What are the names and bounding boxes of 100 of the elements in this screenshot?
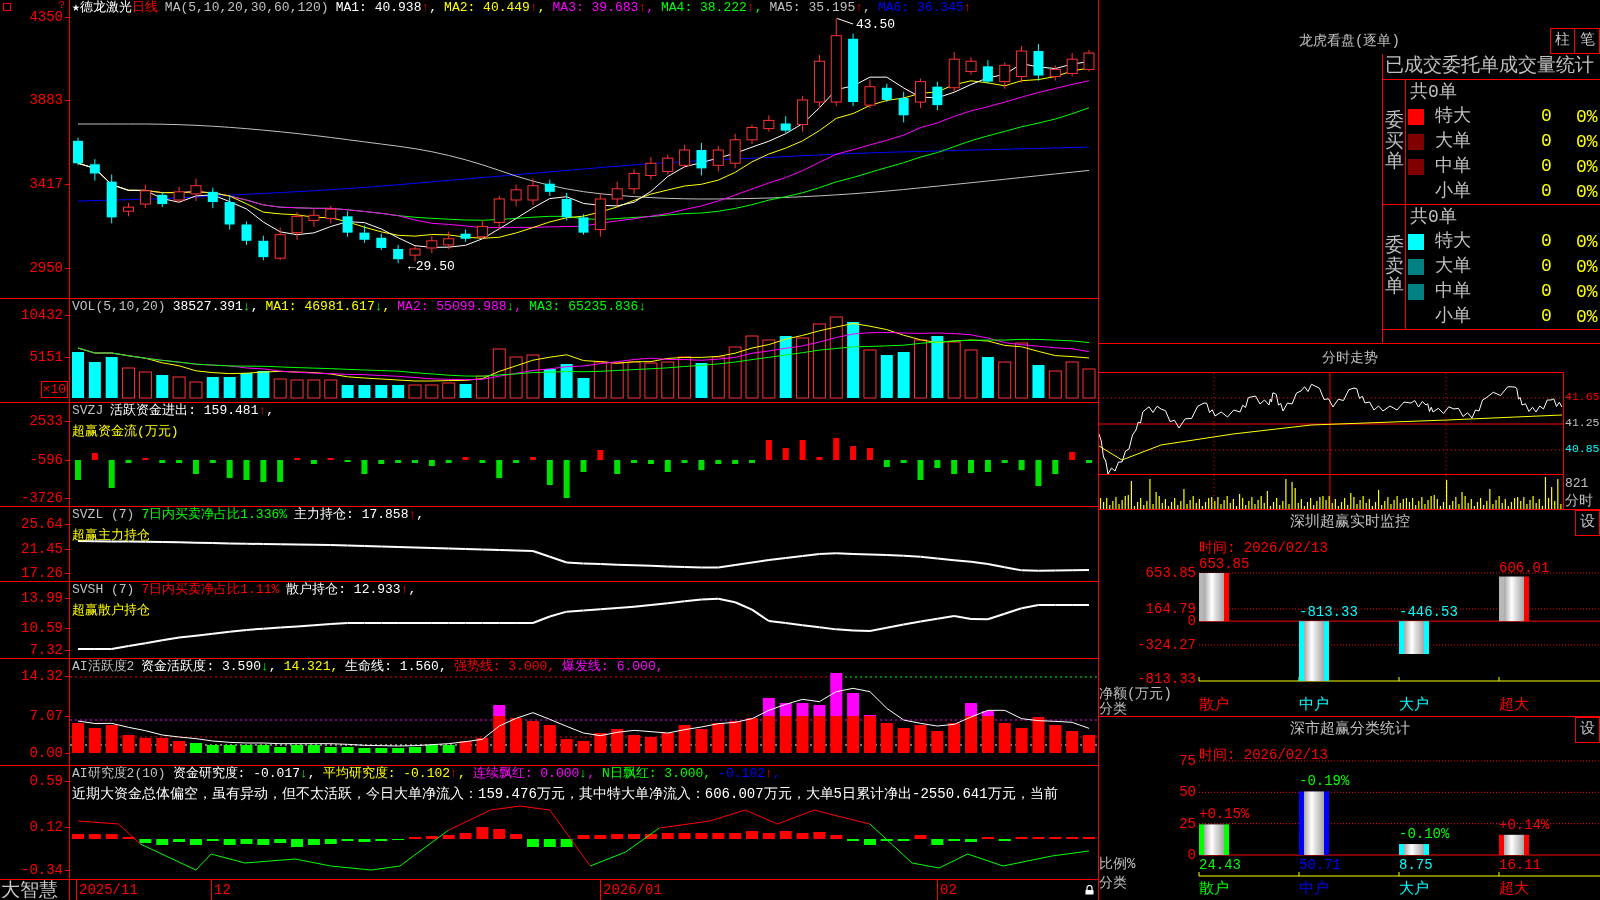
lock-icon[interactable] xyxy=(1085,885,1094,895)
axis-label: 0.12 xyxy=(29,820,63,834)
order-size-label: 中单 xyxy=(1435,155,1471,176)
indicator-reading: MA3: 39.683↑, xyxy=(552,0,654,16)
axis-label: -0.34 xyxy=(21,863,63,877)
price-scale-label: 41.65 xyxy=(1565,391,1600,403)
panel-title: 深市超赢分类统计 xyxy=(1289,721,1410,739)
y-axis-title: 净额(万元) xyxy=(1099,687,1172,702)
order-size-label: 特大 xyxy=(1435,231,1471,252)
timestamp: 时间: 2026/02/13 xyxy=(1199,540,1328,556)
axis-label: 0.00 xyxy=(29,746,63,760)
indicator-reading: MA4: 38.222↑, xyxy=(661,0,763,16)
order-count: 0 xyxy=(1541,180,1552,201)
value-label: 50.71 xyxy=(1299,858,1341,872)
indicator-name: MA(5,10,20,30,60,120) xyxy=(164,0,329,16)
brand-name: 大智慧 xyxy=(0,880,58,900)
indicator-name: AI活跃度2 xyxy=(72,659,135,675)
indicator-reading: 平均研究度: -0.102↑, xyxy=(322,766,466,782)
table-title: 已成交委托单成交量统计 xyxy=(1385,55,1594,77)
category-label: 超大 xyxy=(1499,698,1529,714)
indicator-reading: -0.102↑, xyxy=(718,766,781,782)
indicator-caption: 超赢主力持仓 xyxy=(72,528,150,543)
indicator-reading: MA6: 36.345↑ xyxy=(877,0,972,16)
help-mark[interactable]: ? xyxy=(58,0,65,10)
indicator-reading: 资金活跃度: 3.590↓, xyxy=(141,659,277,675)
order-count: 0 xyxy=(1541,155,1552,176)
order-count: 0 xyxy=(1541,131,1552,152)
indicator-name: AI研究度2(10) xyxy=(72,766,166,782)
indicator-reading: MA1: 40.938↑, xyxy=(335,0,438,16)
axis-label: 17.26 xyxy=(21,566,63,580)
indicator-name: SVSH (7) xyxy=(72,582,135,598)
category-label: 超大 xyxy=(1499,882,1529,898)
order-count: 0 xyxy=(1541,106,1552,127)
change-label: +0.14% xyxy=(1499,817,1550,832)
indicator-reading: 主力持仓: 17.858↑, xyxy=(294,507,425,523)
indicator-reading: 强势线: 3.000, xyxy=(453,659,556,675)
order-share: 0% xyxy=(1576,180,1598,203)
category-label: 散户 xyxy=(1199,882,1229,898)
indicator-reading: MA3: 65235.836↓ xyxy=(529,299,647,315)
indicator-reading: 连续飘红: 0.000↓, xyxy=(472,766,595,782)
indicator-reading: 14.321, xyxy=(283,659,339,675)
order-share: 0% xyxy=(1576,305,1598,328)
order-share: 0% xyxy=(1576,106,1598,129)
order-size-label: 小单 xyxy=(1435,305,1471,326)
indicator-reading: MA1: 46981.617↓, xyxy=(265,299,391,315)
net-amount-bar xyxy=(1199,573,1229,622)
axis-label: 653.85 xyxy=(1144,566,1196,580)
indicator-reading: 38527.391↓, xyxy=(172,299,259,315)
axis-label: 7.32 xyxy=(29,643,63,657)
price-scale-label: 40.85 xyxy=(1565,443,1600,455)
value-label: 606.01 xyxy=(1499,560,1550,575)
axis-label: 14.32 xyxy=(21,669,63,683)
axis-label: 2533 xyxy=(29,414,63,428)
order-share: 0% xyxy=(1576,256,1598,279)
section-label: 委卖单 xyxy=(1384,235,1404,299)
leader-line xyxy=(836,18,854,25)
stock-name: ★德龙激光 xyxy=(72,0,132,16)
date-label: 02 xyxy=(940,881,957,900)
indicator-reading: MA5: 35.195↑, xyxy=(769,0,871,16)
category-label: 散户 xyxy=(1199,698,1229,714)
timestamp: 时间: 2026/02/13 xyxy=(1199,747,1328,763)
axis-label: -813.33 xyxy=(1136,672,1196,686)
indicator-reading: 资金研究度: -0.017↓, xyxy=(172,766,316,782)
indicator-reading: 爆发线: 6.000, xyxy=(562,659,664,675)
order-size-label: 中单 xyxy=(1435,280,1471,301)
indicator-reading: 7日内买卖净占比1.336% xyxy=(141,507,288,523)
order-total: 共0单 xyxy=(1410,207,1457,227)
axis-label: 4350 xyxy=(29,10,63,24)
change-label: +0.15% xyxy=(1199,807,1250,822)
date-label: 12 xyxy=(214,881,231,900)
indicator-reading: 7日内买卖净占比1.11% xyxy=(141,582,280,598)
category-label: 大户 xyxy=(1399,698,1429,714)
order-count: 0 xyxy=(1541,231,1552,252)
order-size-label: 特大 xyxy=(1435,106,1471,127)
axis-label: 50 xyxy=(1178,785,1196,800)
order-size-label: 小单 xyxy=(1435,180,1471,201)
axis-label: 10.59 xyxy=(21,621,63,635)
indicator-name: SVZL (7) xyxy=(72,507,135,523)
order-size-label: 大单 xyxy=(1435,256,1471,277)
value-label: 653.85 xyxy=(1199,557,1250,571)
y-axis-title: 比例% xyxy=(1099,857,1136,872)
order-share: 0% xyxy=(1576,280,1598,303)
axis-label: 13.99 xyxy=(21,591,63,605)
axis-label: -596 xyxy=(29,453,63,467)
x-axis-title: 分类 xyxy=(1099,702,1127,716)
settings-button[interactable]: 设 xyxy=(1575,717,1600,743)
axis-label: 10432 xyxy=(21,308,63,322)
settings-button[interactable]: 设 xyxy=(1575,510,1600,536)
axis-label: 2950 xyxy=(29,261,63,275)
axis-label: -324.27 xyxy=(1136,638,1196,652)
view-toggle-button[interactable]: 柱 xyxy=(1550,28,1575,54)
view-toggle-button[interactable]: 笔 xyxy=(1575,28,1600,54)
period-label: 日线 xyxy=(131,0,158,16)
value-label: 8.75 xyxy=(1399,858,1433,872)
volume-scale-label: 821 xyxy=(1565,477,1589,491)
order-count: 0 xyxy=(1541,305,1552,326)
net-amount-bar xyxy=(1399,621,1429,654)
indicator-reading: MA2: 55099.988↓, xyxy=(397,299,523,315)
axis-label: 21.45 xyxy=(21,542,63,556)
axis-label: 5151 xyxy=(29,350,63,364)
